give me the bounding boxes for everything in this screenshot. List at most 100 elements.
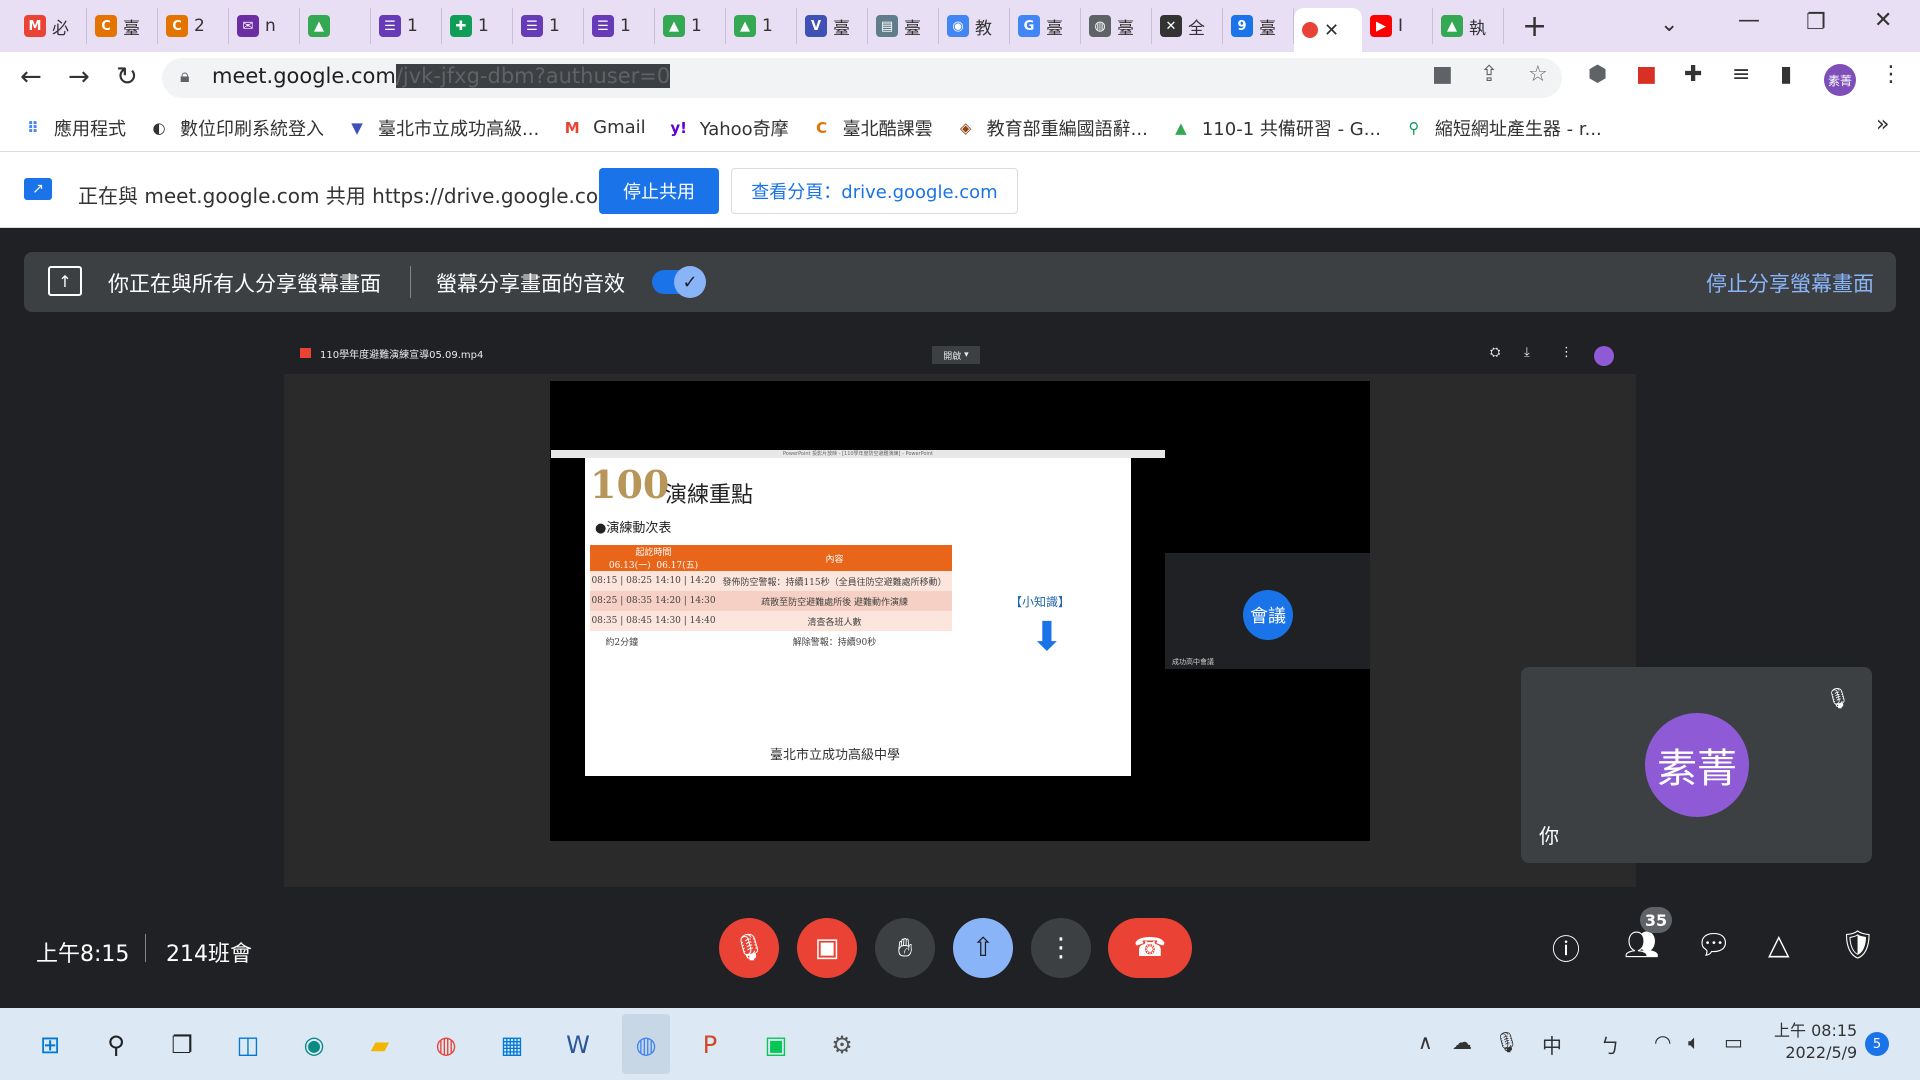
bookmark-item[interactable]: ⠿ 應用程式 [22, 115, 126, 141]
search-icon[interactable]: ⚲ [96, 1025, 136, 1065]
slide-tip: 【小知識】 [1010, 595, 1071, 609]
bookmark-item[interactable]: ⚲ 縮短網址產生器 - r... [1403, 115, 1601, 141]
stop-sharing-button[interactable]: 停止共用 [599, 168, 719, 214]
start-menu-icon[interactable]: ⊞ [30, 1025, 70, 1065]
extension-red-icon[interactable]: ■ [1636, 62, 1657, 87]
close-window-icon[interactable]: ✕ [1874, 8, 1892, 33]
tab[interactable]: ✕ 全 [1152, 8, 1223, 44]
volume-icon[interactable]: 🔈︎ [1688, 1030, 1700, 1054]
tab[interactable]: ✉ n [229, 8, 300, 44]
tab[interactable]: ☰ 1 [371, 8, 442, 44]
drive-profile-avatar[interactable] [1594, 346, 1614, 366]
tab-close-icon[interactable]: ✕ [1324, 20, 1339, 41]
chrome-icon[interactable]: ◍ [426, 1025, 466, 1065]
school-anniversary-logo: 100 [590, 462, 670, 507]
tab[interactable]: ▲ 1 [655, 8, 726, 44]
extension-icon[interactable]: ⬢ [1588, 62, 1607, 87]
meeting-info-icon[interactable]: ⓘ [1552, 928, 1580, 968]
camera-icon[interactable]: ■ [1432, 62, 1453, 87]
add-to-drive-icon[interactable]: ⛭ [1490, 345, 1500, 360]
bookmark-item[interactable]: ▼ 臺北市立成功高級... [346, 115, 539, 141]
cell: 疏散至防空避難處所後 避難動作演練 [717, 591, 952, 611]
slide-window-title: PowerPoint 投影片放映 - [110學年度防空避難演練] - Powe… [551, 450, 1165, 458]
bookmark-item[interactable]: C 臺北酷課雲 [811, 115, 933, 141]
bookmark-item[interactable]: ◈ 教育部重編國語辭... [955, 115, 1148, 141]
bookmark-item[interactable]: ▲ 110-1 共備研習 - G... [1170, 115, 1381, 141]
tab[interactable]: ◍ 臺 [1081, 8, 1152, 44]
microphone-icon[interactable]: 🎙︎ [1494, 1030, 1519, 1054]
store-icon[interactable]: ▦ [492, 1025, 532, 1065]
profile-avatar[interactable]: 素菁 [1824, 64, 1856, 96]
restore-icon[interactable]: ❐ [1806, 10, 1826, 35]
file-explorer-icon[interactable]: ▰ [360, 1025, 400, 1065]
leave-call-button[interactable]: ☎ [1108, 918, 1192, 978]
edge-icon[interactable]: ◉ [294, 1025, 334, 1065]
tab[interactable]: ▲ 1 [726, 8, 797, 44]
minimize-icon[interactable]: — [1738, 8, 1760, 33]
tab[interactable]: V臺 [797, 8, 868, 44]
more-actions-button[interactable]: ⋮ [1031, 918, 1091, 978]
download-icon[interactable]: ⤓ [1524, 345, 1530, 360]
bookmarks-more-icon[interactable]: » [1876, 112, 1889, 137]
extensions-puzzle-icon[interactable]: ✚ [1684, 62, 1702, 87]
battery-icon[interactable]: ▭ [1724, 1030, 1743, 1054]
line-icon[interactable]: ▣ [756, 1025, 796, 1065]
activities-icon[interactable]: △ [1768, 928, 1790, 961]
ime-mode-indicator[interactable]: ㄅ [1600, 1030, 1620, 1059]
tab[interactable]: ☰ 1 [513, 8, 584, 44]
slide-footer: 臺北市立成功高級中學 [770, 748, 901, 763]
tab[interactable]: ◉ 教 [939, 8, 1010, 44]
widgets-icon[interactable]: ◫ [228, 1025, 268, 1065]
show-hidden-icons[interactable]: ∧ [1418, 1030, 1433, 1054]
onedrive-icon[interactable]: ☁ [1452, 1030, 1472, 1054]
view-tab-button[interactable]: 查看分頁：drive.google.com [731, 168, 1018, 214]
menu-icon[interactable]: ⋮ [1880, 62, 1902, 87]
tab[interactable]: ▲ [300, 8, 371, 44]
present-button[interactable]: ⇧ [953, 918, 1013, 978]
ime-indicator[interactable]: 中 [1542, 1030, 1562, 1059]
forward-icon[interactable]: → [68, 62, 90, 92]
raise-hand-button[interactable]: ✋︎ [875, 918, 935, 978]
task-view-icon[interactable]: ❐ [162, 1025, 202, 1065]
tab[interactable]: 9臺 [1223, 8, 1294, 44]
tab[interactable]: G臺 [1010, 8, 1081, 44]
wifi-icon[interactable]: ◠ [1654, 1030, 1671, 1054]
back-icon[interactable]: ← [20, 62, 42, 92]
new-tab-icon[interactable]: + [1522, 9, 1547, 44]
stop-presenting-link[interactable]: 停止分享螢幕畫面 [1706, 268, 1874, 298]
reload-icon[interactable]: ↻ [116, 62, 138, 92]
chrome-profile-icon[interactable]: ◍ [626, 1025, 666, 1065]
word-icon[interactable]: W [558, 1025, 598, 1065]
mic-off-button[interactable]: 🎙︎ [719, 918, 779, 978]
tab[interactable]: ✚ 1 [442, 8, 513, 44]
camera-off-button[interactable]: ▣ [797, 918, 857, 978]
chat-icon[interactable]: 💬︎ [1696, 928, 1732, 961]
share-icon[interactable]: ⇪ [1480, 62, 1498, 87]
tab[interactable]: C2 [158, 8, 229, 44]
tab-search-icon[interactable]: ⌄ [1660, 12, 1678, 37]
side-panel-icon[interactable]: ▮ [1780, 62, 1792, 87]
url-text[interactable]: meet.google.com/jvk-jfxg-dbm?authuser=0 [212, 64, 671, 88]
tab[interactable]: M必 [16, 8, 87, 44]
tab[interactable]: ☰ 1 [584, 8, 655, 44]
open-with-button[interactable]: 開啟 ▾ [932, 346, 980, 364]
bookmark-item[interactable]: y! Yahoo奇摩 [668, 115, 788, 141]
tab-active[interactable]: ✕ [1294, 8, 1362, 52]
slide-right-pad [1131, 458, 1165, 776]
system-clock[interactable]: 上午 08:15 2022/5/9 [1774, 1020, 1857, 1064]
bookmark-star-icon[interactable]: ☆ [1528, 62, 1548, 87]
tab[interactable]: ▲ 執 [1433, 8, 1504, 44]
bookmark-item[interactable]: M Gmail [561, 117, 646, 139]
host-controls-icon[interactable]: 🛡︎ [1840, 928, 1876, 961]
notification-badge[interactable]: 5 [1865, 1032, 1889, 1056]
tab[interactable]: C臺 [87, 8, 158, 44]
lock-icon[interactable]: 🔒︎ [180, 66, 190, 87]
tab[interactable]: ▶ I [1362, 8, 1433, 44]
media-control-icon[interactable]: ≡ [1732, 62, 1750, 87]
powerpoint-icon[interactable]: P [690, 1025, 730, 1065]
bookmark-item[interactable]: ◐ 數位印刷系統登入 [148, 115, 324, 141]
tab[interactable]: ▤ 臺 [868, 8, 939, 44]
settings-icon[interactable]: ⚙ [822, 1025, 862, 1065]
toggle-check-icon[interactable]: ✓ [674, 266, 706, 298]
more-options-icon[interactable]: ⋮ [1560, 345, 1573, 360]
